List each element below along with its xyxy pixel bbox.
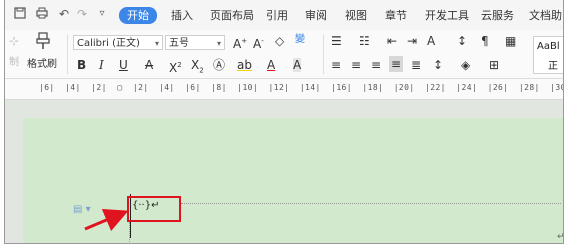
shading-button[interactable]: ◈: [461, 58, 470, 72]
chinese-layout-icon[interactable]: A: [427, 34, 435, 48]
style-preview-text: AaBl: [537, 41, 560, 52]
tab-insert[interactable]: 插入: [171, 7, 193, 24]
clear-format-icon[interactable]: ◇: [275, 34, 284, 48]
menu-tab-bar: ↶ ↷ ▿ 开始 插入 页面布局 引用 审阅 视图 章节 开发工具 云服务 文档…: [5, 0, 563, 30]
shrink-font-icon[interactable]: A-: [253, 34, 264, 51]
decrease-indent-icon[interactable]: ⇤: [387, 34, 397, 48]
undo-icon[interactable]: ↶: [57, 7, 71, 21]
style-gallery[interactable]: AaBl 正: [533, 36, 563, 74]
font-size-select[interactable]: 五号 ▾: [165, 35, 225, 50]
save-icon[interactable]: [13, 7, 27, 21]
text-effect-button[interactable]: Ⓐ: [213, 58, 225, 72]
align-right-button[interactable]: ≡: [371, 58, 381, 72]
style-preview-name: 正: [548, 61, 558, 72]
tab-cloud-service[interactable]: 云服务: [481, 7, 514, 24]
tab-home[interactable]: 开始: [119, 7, 157, 24]
line-spacing-button[interactable]: ↕: [433, 58, 443, 72]
borders-button[interactable]: ⊞: [489, 58, 499, 72]
numbered-list-icon[interactable]: ☷: [359, 34, 370, 48]
font-name-select[interactable]: Calibri (正文) ▾: [73, 35, 163, 50]
grow-font-icon[interactable]: A+: [233, 34, 247, 51]
align-center-button[interactable]: ≡: [351, 58, 361, 72]
bold-button[interactable]: B: [77, 58, 86, 72]
tab-review[interactable]: 审阅: [305, 7, 327, 24]
underline-button[interactable]: U: [119, 58, 128, 72]
bullet-list-icon[interactable]: ☰: [331, 34, 342, 48]
tab-doc-assistant[interactable]: 文档助: [529, 7, 562, 24]
char-shading-button[interactable]: A: [293, 58, 302, 72]
wps-window: ↶ ↷ ▿ 开始 插入 页面布局 引用 审阅 视图 章节 开发工具 云服务 文档…: [4, 0, 564, 244]
subscript-button[interactable]: X2: [191, 58, 204, 77]
sort-icon[interactable]: ↕: [457, 34, 467, 48]
format-painter-icon[interactable]: [35, 32, 51, 52]
phonetic-guide-icon[interactable]: 變: [295, 33, 305, 47]
font-color-button[interactable]: A: [267, 58, 275, 72]
tab-view[interactable]: 视图: [345, 7, 367, 24]
paragraph-mark: ↵: [557, 232, 564, 242]
chevron-down-icon: ▾: [154, 39, 159, 48]
ribbon-divider: [323, 34, 324, 74]
cut-icon[interactable]: ⊹: [9, 34, 19, 48]
show-marks-icon[interactable]: ¶: [481, 34, 489, 48]
align-left-button[interactable]: ≡: [331, 58, 341, 72]
text-boundary-line: [181, 203, 561, 204]
justify-button[interactable]: ≡: [389, 56, 404, 72]
tab-page-layout[interactable]: 页面布局: [210, 7, 254, 24]
customize-icon[interactable]: ▿: [95, 7, 109, 21]
italic-button[interactable]: I: [99, 58, 104, 72]
increase-indent-icon[interactable]: ⇥: [407, 34, 417, 48]
ribbon-toolbar: ⊹ 制 格式刷 Calibri (正文) ▾ 五号 ▾ A+ A- ◇ 變 ☰ …: [5, 30, 563, 79]
font-size-value: 五号: [169, 38, 189, 49]
ribbon-divider: [67, 34, 68, 74]
highlight-button[interactable]: ab: [237, 58, 252, 72]
redo-icon[interactable]: ↷: [75, 7, 89, 21]
strikethrough-button[interactable]: A: [145, 58, 153, 72]
format-painter-label[interactable]: 格式刷: [27, 58, 57, 72]
ruler-ticks: |6| |4| |2| ▢ |2| |4| |6| |8| |10| |12| …: [39, 83, 563, 92]
tab-developer[interactable]: 开发工具: [425, 7, 469, 24]
chevron-down-icon: ▾: [216, 39, 221, 48]
print-icon[interactable]: [35, 7, 49, 21]
table-borders-icon[interactable]: ▦: [505, 34, 516, 48]
paste-partial-icon[interactable]: 制: [9, 56, 19, 70]
red-arrow-icon: [84, 208, 129, 232]
tab-references[interactable]: 引用: [266, 7, 288, 24]
distributed-button[interactable]: ≣: [411, 58, 421, 72]
superscript-button[interactable]: X2: [169, 58, 182, 75]
highlight-box: [127, 196, 181, 222]
font-name-value: Calibri (正文): [77, 38, 140, 49]
horizontal-ruler[interactable]: |6| |4| |2| ▢ |2| |4| |6| |8| |10| |12| …: [5, 79, 563, 100]
tab-section[interactable]: 章节: [385, 7, 407, 24]
